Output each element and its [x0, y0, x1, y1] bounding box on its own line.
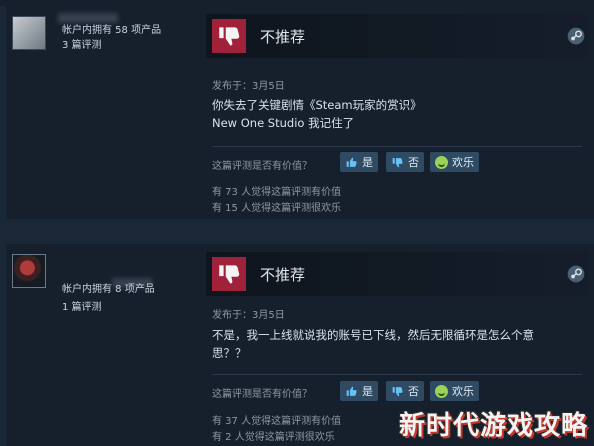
review-text: 你失去了关键剧情《Steam玩家的赏识》 New One Studio 我记住了 — [212, 96, 582, 132]
posted-date: 发布于：3月5日 — [212, 310, 285, 321]
review-line: 你失去了关键剧情《Steam玩家的赏识》 — [212, 98, 422, 112]
helpful-count: 有 73 人觉得这篇评测有价值 — [212, 187, 342, 198]
posted-date: 发布于：3月5日 — [212, 81, 285, 92]
products-owned[interactable]: 帐户内拥有 58 项产品 — [62, 21, 161, 36]
watermark: 新时代游戏攻略 — [398, 411, 588, 441]
vote-funny-label: 欢乐 — [452, 156, 474, 169]
review-card: 帐户内拥有 58 项产品 3 篇评测 不推荐 发布于：3月5日 你失去了关键剧情… — [6, 6, 594, 219]
steam-logo-icon — [567, 27, 585, 45]
thumbs-down-icon — [392, 386, 403, 396]
thumbs-down-icon — [212, 19, 246, 53]
funny-count: 有 2 人觉得这篇评测很欢乐 — [212, 432, 335, 443]
vote-no-label: 否 — [408, 385, 419, 398]
helpful-count: 有 37 人觉得这篇评测有价值 — [212, 416, 342, 427]
vote-no-button[interactable]: 否 — [386, 381, 424, 401]
verdict-label: 不推荐 — [260, 28, 306, 46]
vote-funny-label: 欢乐 — [452, 385, 474, 398]
vote-funny-button[interactable]: 欢乐 — [430, 381, 479, 401]
vote-yes-label: 是 — [362, 156, 373, 169]
divider — [212, 374, 582, 375]
review-line: 不是，我一上线就说我的账号已下线，然后无限循环是怎么个意 — [212, 328, 534, 342]
products-owned[interactable]: 帐户内拥有 8 项产品 — [62, 280, 155, 295]
vote-header[interactable]: 不推荐 — [206, 14, 588, 58]
review-gap — [0, 219, 594, 244]
review-text: 不是，我一上线就说我的账号已下线，然后无限循环是怎么个意 思？？ — [212, 326, 582, 362]
helpful-question: 这篇评测是否有价值？ — [212, 389, 312, 400]
vote-yes-label: 是 — [362, 385, 373, 398]
vote-funny-button[interactable]: 欢乐 — [430, 152, 479, 172]
vote-header[interactable]: 不推荐 — [206, 252, 588, 296]
review-line: 思？？ — [212, 346, 247, 360]
thumbs-down-icon — [392, 157, 403, 167]
thumbs-down-icon — [212, 257, 246, 291]
vote-yes-button[interactable]: 是 — [340, 152, 378, 172]
review-line: New One Studio 我记住了 — [212, 116, 355, 130]
review-count[interactable]: 3 篇评测 — [62, 36, 102, 51]
vote-no-label: 否 — [408, 156, 419, 169]
thumbs-up-icon — [346, 157, 357, 167]
vote-no-button[interactable]: 否 — [386, 152, 424, 172]
smiley-icon — [435, 384, 448, 398]
divider — [212, 146, 582, 147]
funny-count: 有 15 人觉得这篇评测很欢乐 — [212, 203, 342, 214]
review-count[interactable]: 1 篇评测 — [62, 298, 102, 313]
smiley-icon — [435, 155, 448, 169]
thumbs-up-icon — [346, 386, 357, 396]
helpful-question: 这篇评测是否有价值？ — [212, 161, 312, 172]
avatar[interactable] — [12, 254, 46, 288]
vote-yes-button[interactable]: 是 — [340, 381, 378, 401]
verdict-label: 不推荐 — [260, 266, 306, 284]
steam-logo-icon — [567, 265, 585, 283]
avatar[interactable] — [12, 16, 46, 50]
